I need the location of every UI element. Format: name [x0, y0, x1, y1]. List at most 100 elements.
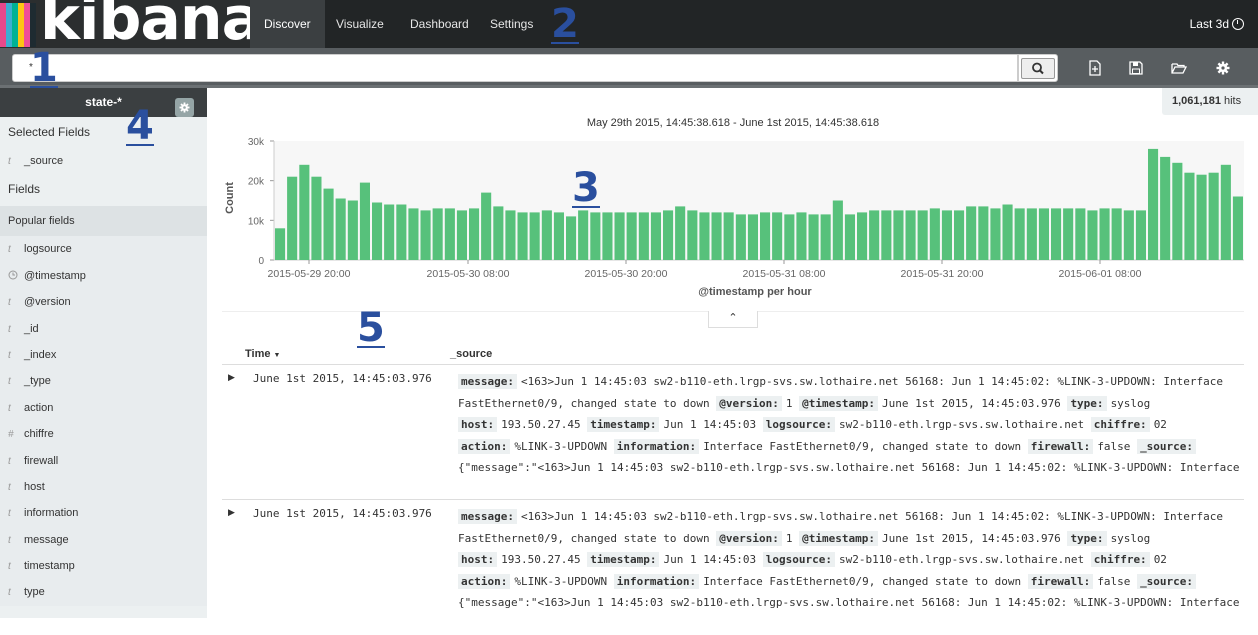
histogram-bar — [1014, 208, 1025, 260]
open-folder-icon[interactable] — [1171, 60, 1187, 76]
source-field-value: Jun 1 14:45:03 — [663, 553, 763, 567]
field-settings-button[interactable] — [175, 98, 194, 117]
histogram-bar — [687, 210, 698, 260]
source-field-key: action: — [458, 438, 511, 454]
kibana-logo[interactable]: kibana — [0, 0, 250, 48]
field-item-host[interactable]: t host — [0, 474, 207, 500]
x-tick-label: 2015-05-31 20:00 — [901, 268, 984, 280]
field-item-message[interactable]: t message — [0, 527, 207, 553]
string-type-icon: t — [8, 561, 11, 573]
histogram-bar — [796, 212, 807, 260]
source-field-key: information: — [613, 438, 700, 454]
x-axis-label: @timestamp per hour — [698, 286, 812, 298]
source-field-key: @timestamp: — [799, 530, 878, 546]
collapse-chart-button[interactable]: ⌃ — [708, 311, 758, 328]
histogram-bar — [1220, 164, 1231, 260]
source-field-value: June 1st 2015, 14:45:03.976 — [882, 396, 1068, 410]
string-type-icon: t — [8, 156, 11, 167]
y-tick-label: 10k — [248, 216, 265, 227]
search-input[interactable]: * — [12, 54, 1018, 82]
y-tick-label: 30k — [248, 137, 265, 148]
field-item-version[interactable]: t @version — [0, 289, 207, 315]
source-line: {"message":"<163>Jun 1 14:45:03 sw2-b110… — [458, 457, 1244, 479]
field-item-type[interactable]: t _type — [0, 368, 207, 394]
tab-visualize[interactable]: Visualize — [322, 0, 398, 48]
source-field-value: {"message":"<163>Jun 1 14:45:03 sw2-b110… — [458, 596, 1240, 610]
chevron-up-icon: ⌃ — [728, 312, 738, 324]
hits-label: hits — [1224, 95, 1242, 107]
histogram-bar — [1160, 156, 1171, 260]
sort-down-icon: ▼ — [273, 352, 281, 359]
field-name: _index — [24, 348, 57, 361]
row-source: message: <163>Jun 1 14:45:03 sw2-b110-eth… — [458, 371, 1244, 479]
field-item-firewall[interactable]: t firewall — [0, 448, 207, 474]
search-button[interactable] — [1018, 54, 1058, 82]
selected-field-item[interactable]: t _source — [0, 148, 207, 174]
field-item-chiffre[interactable]: # chiffre — [0, 421, 207, 447]
gear-icon[interactable] — [1215, 60, 1231, 76]
histogram-bar — [578, 210, 589, 260]
table-row[interactable]: ▶ June 1st 2015, 14:45:03.976 message: <1… — [222, 365, 1244, 500]
annotation-3: 3 — [572, 165, 600, 211]
histogram-bar — [663, 210, 674, 260]
source-field-key: chiffre: — [1090, 552, 1150, 568]
histogram-bar — [638, 212, 649, 260]
field-name: information — [24, 507, 79, 520]
field-item-index[interactable]: t _index — [0, 342, 207, 368]
histogram-bar — [1148, 148, 1159, 260]
new-document-icon[interactable] — [1087, 60, 1103, 76]
source-field-key: host: — [458, 552, 498, 568]
histogram-bar — [1063, 208, 1074, 260]
source-field-value: Interface FastEthernet0/9, changed state… — [703, 574, 1028, 588]
tab-dashboard[interactable]: Dashboard — [396, 0, 483, 48]
field-item-action[interactable]: t action — [0, 395, 207, 421]
annotation-1: 1 — [30, 45, 58, 91]
field-name: action — [24, 401, 54, 414]
source-field-value: Jun 1 14:45:03 — [663, 418, 763, 432]
field-item-information[interactable]: t information — [0, 500, 207, 526]
histogram-bar — [614, 212, 625, 260]
source-line: host: 193.50.27.45 timestamp: Jun 1 14:45:… — [458, 414, 1244, 436]
x-tick-label: 2015-06-01 08:00 — [1059, 268, 1142, 280]
source-field-value: %LINK-3-UPDOWN — [514, 574, 614, 588]
histogram-bar — [529, 212, 540, 260]
histogram-bar — [347, 200, 358, 260]
histogram-bar — [832, 200, 843, 260]
source-field-key: logsource: — [762, 417, 836, 433]
tab-settings[interactable]: Settings — [476, 0, 547, 48]
selected-fields-heading: Selected Fields — [8, 125, 91, 139]
save-icon[interactable] — [1128, 60, 1144, 76]
source-field-key: @version: — [716, 530, 782, 546]
histogram-bar — [1051, 208, 1062, 260]
string-type-icon: t — [8, 323, 11, 335]
source-line: host: 193.50.27.45 timestamp: Jun 1 14:45:… — [458, 549, 1244, 571]
histogram-bar — [675, 206, 686, 260]
gear-icon — [179, 102, 190, 113]
field-item-id[interactable]: t _id — [0, 316, 207, 342]
source-field-value: <163>Jun 1 14:45:03 sw2-b110-eth.lrgp-sv… — [520, 375, 1223, 388]
annotation-2: 2 — [551, 1, 579, 47]
search-button-face — [1021, 58, 1055, 79]
histogram-bar — [335, 198, 346, 260]
field-item-type[interactable]: t type — [0, 579, 207, 605]
tab-discover[interactable]: Discover — [250, 0, 325, 48]
source-field-key: firewall: — [1027, 438, 1094, 454]
histogram-bar — [384, 204, 395, 260]
search-icon — [1032, 62, 1044, 75]
field-name: firewall — [24, 454, 59, 467]
plot-area — [274, 141, 1244, 260]
field-item-timestamp[interactable]: t timestamp — [0, 553, 207, 579]
source-field-value: syslog — [1110, 396, 1151, 410]
expand-row-icon[interactable]: ▶ — [228, 372, 235, 383]
time-picker[interactable]: Last 3d — [1190, 0, 1244, 48]
source-field-key: type: — [1067, 395, 1107, 411]
column-header-time[interactable]: Time ▼ — [245, 348, 280, 360]
expand-row-icon[interactable]: ▶ — [228, 507, 235, 518]
source-field-key: _source: — [1137, 438, 1197, 454]
field-item-logsource[interactable]: t logsource — [0, 236, 207, 262]
histogram-bar — [1232, 196, 1243, 260]
table-row[interactable]: ▶ June 1st 2015, 14:45:03.976 message: <1… — [222, 500, 1244, 635]
histogram-bar — [517, 212, 528, 260]
field-item-timestamp[interactable]: @timestamp — [0, 263, 207, 289]
histogram-bar — [432, 208, 443, 260]
